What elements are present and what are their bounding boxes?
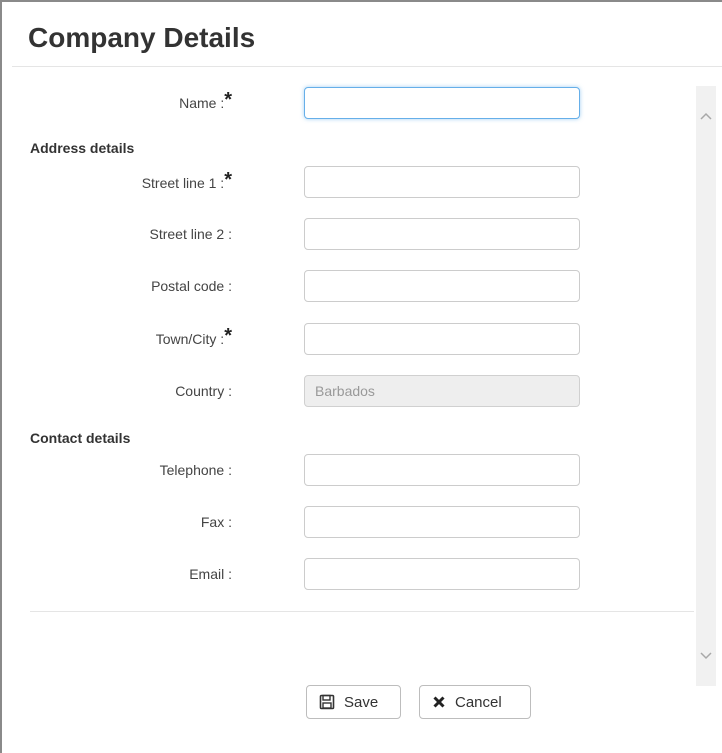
cancel-button-label: Cancel <box>455 693 502 711</box>
scroll-up-icon[interactable] <box>698 108 714 124</box>
email-label: Email : <box>189 566 232 582</box>
telephone-input[interactable] <box>304 454 580 486</box>
telephone-label: Telephone : <box>159 462 232 478</box>
street-line-2-input[interactable] <box>304 218 580 250</box>
company-details-dialog: Company Details Name :* Address details … <box>0 0 722 753</box>
save-button-label: Save <box>344 693 379 711</box>
postal-code-label: Postal code : <box>151 278 232 294</box>
dialog-title: Company Details <box>28 22 256 53</box>
scroll-down-icon[interactable] <box>698 648 714 664</box>
country-label: Country : <box>175 383 232 399</box>
street-line-2-label: Street line 2 : <box>149 226 233 242</box>
street-line-1-label-text: Street line 1 : <box>141 175 225 191</box>
street-line-1-label: Street line 1 :* <box>141 170 232 192</box>
required-marker: * <box>224 325 232 347</box>
required-marker: * <box>224 89 232 111</box>
postal-code-input[interactable] <box>304 270 580 302</box>
town-city-input[interactable] <box>304 323 580 355</box>
cancel-button[interactable]: Cancel <box>419 685 531 719</box>
close-icon <box>432 695 446 709</box>
email-input[interactable] <box>304 558 580 590</box>
address-details-heading: Address details <box>30 140 135 156</box>
town-city-label: Town/City :* <box>155 326 232 348</box>
contact-details-heading: Contact details <box>30 430 131 446</box>
form-divider <box>30 611 694 612</box>
vertical-scrollbar[interactable] <box>696 86 716 686</box>
required-marker: * <box>224 169 232 191</box>
town-city-label-text: Town/City : <box>155 331 225 347</box>
name-label-text: Name : <box>179 95 225 111</box>
country-field <box>304 375 580 407</box>
floppy-disk-icon <box>319 694 335 710</box>
fax-input[interactable] <box>304 506 580 538</box>
save-button[interactable]: Save <box>306 685 401 719</box>
title-divider <box>12 66 722 67</box>
name-label: Name :* <box>179 90 232 112</box>
name-input[interactable] <box>304 87 580 119</box>
street-line-1-input[interactable] <box>304 166 580 198</box>
fax-label: Fax : <box>200 514 232 530</box>
